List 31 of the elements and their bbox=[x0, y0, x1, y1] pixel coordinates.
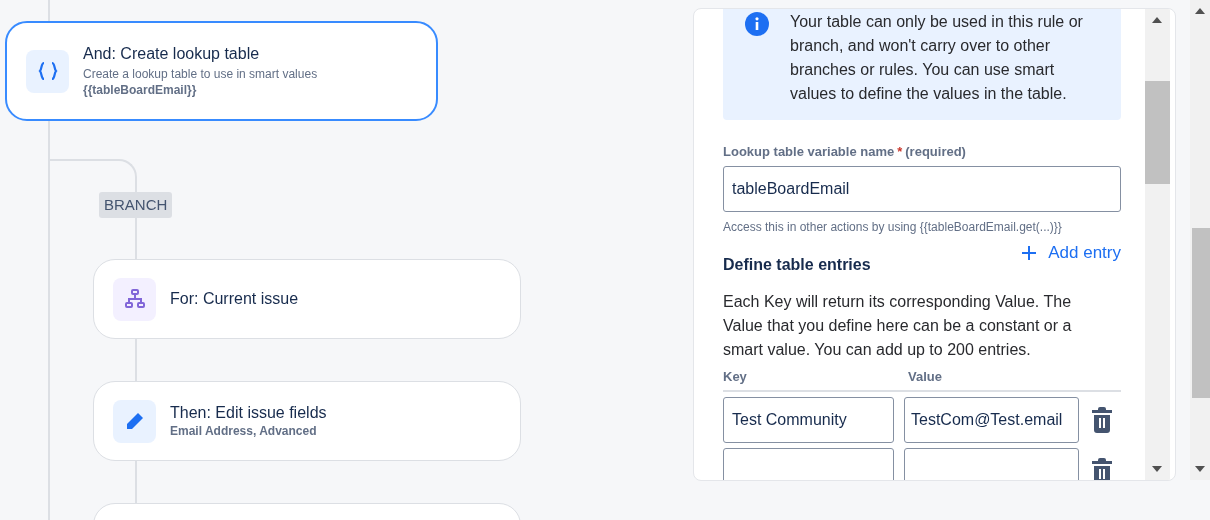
value-field[interactable]: TestCom@Test.email bbox=[904, 397, 1079, 443]
column-header: Value bbox=[908, 369, 942, 384]
trash-icon[interactable] bbox=[1090, 457, 1114, 480]
key-field[interactable]: Test Community bbox=[723, 397, 894, 443]
trash-icon[interactable] bbox=[1090, 406, 1114, 434]
info-icon bbox=[745, 12, 769, 36]
required-mark: * bbox=[897, 144, 903, 159]
plus-icon bbox=[1021, 245, 1038, 261]
variable-name-field[interactable]: tableBoardEmail bbox=[723, 166, 1121, 212]
entries-help: Each Key will return its corresponding Value. The Value that you define here can be a constant or a smart value. You can add up to 200 entries. bbox=[723, 292, 1073, 360]
pencil-icon bbox=[113, 399, 156, 443]
required-text: (required) bbox=[905, 144, 966, 159]
node-description: Create a lookup table to use in smart values bbox=[83, 67, 318, 81]
scrollbar[interactable] bbox=[1145, 9, 1170, 480]
node-detail: Email Address, Advanced bbox=[170, 424, 318, 438]
field-help: Access this in other actions by using {{tableBoardEmail.get(...)}} bbox=[723, 220, 1063, 234]
branch-label: BRANCH bbox=[99, 192, 173, 218]
section-title: Define table entries bbox=[723, 256, 871, 274]
field-label: Lookup table variable name bbox=[723, 144, 895, 159]
page-scrollbar[interactable] bbox=[1190, 0, 1210, 480]
info-text: Your table can only be used in this rule or branch, and won't carry over to other branches or rules. You can use smart values to define the values in the table. bbox=[790, 12, 1084, 104]
node-title: For: Current issue bbox=[170, 290, 299, 308]
node-title: And: Create lookup table bbox=[83, 45, 261, 63]
node-title: Then: Edit issue fields bbox=[170, 404, 327, 422]
add-entry-button[interactable]: Add entry bbox=[1021, 243, 1121, 263]
column-header: Key bbox=[723, 369, 748, 384]
braces-icon bbox=[26, 49, 69, 93]
rule-node[interactable]: For: Current issue bbox=[93, 259, 521, 339]
rule-node[interactable]: Then: Edit issue fields Email Address, Advanced bbox=[93, 381, 521, 461]
hierarchy-icon bbox=[113, 277, 156, 321]
node-detail: {{tableBoardEmail}} bbox=[83, 83, 198, 97]
